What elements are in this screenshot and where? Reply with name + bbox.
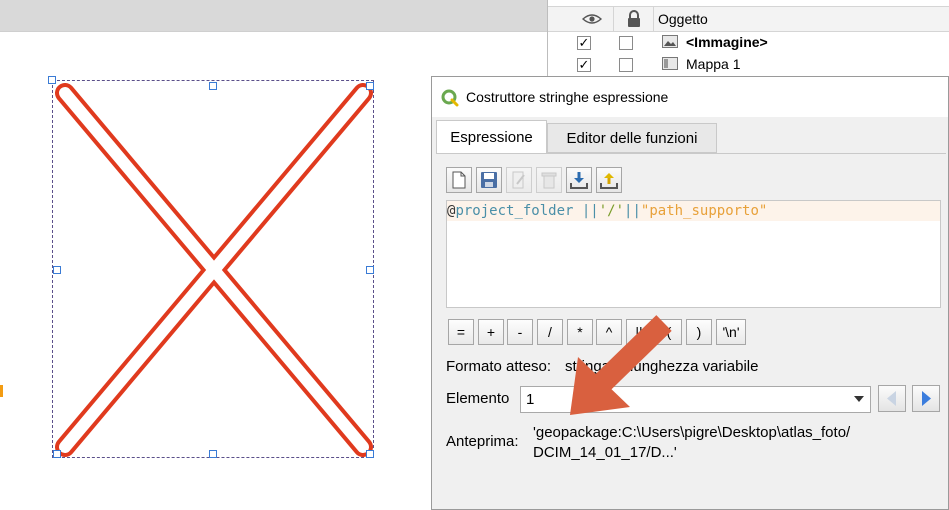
operator-plus-button[interactable]: + <box>478 319 504 345</box>
resize-handle-top-right[interactable] <box>366 82 374 90</box>
resize-handle-top[interactable] <box>209 82 217 90</box>
items-panel: Oggetto ✓ <Immagine> ✓ Mappa 1 <box>547 0 949 80</box>
object-column-label: Oggetto <box>658 11 708 27</box>
operator-close-paren-button[interactable]: ) <box>686 319 712 345</box>
upload-icon <box>600 173 618 189</box>
map-icon <box>662 57 678 70</box>
delete-button[interactable] <box>536 167 562 193</box>
operator-minus-button[interactable]: - <box>507 319 533 345</box>
save-icon <box>481 172 497 188</box>
resize-handle-bottom[interactable] <box>209 450 217 458</box>
visibility-column-header[interactable] <box>570 7 614 31</box>
visibility-checkbox[interactable]: ✓ <box>577 58 591 72</box>
download-icon <box>570 172 588 189</box>
resize-handle-bottom-left[interactable] <box>53 450 61 458</box>
tab-function-editor[interactable]: Editor delle funzioni <box>547 123 717 153</box>
item-row-map[interactable]: ✓ Mappa 1 <box>548 54 949 76</box>
expression-editor[interactable]: @project_folder ||'/'||"path_supporto" <box>446 200 941 308</box>
expression-string-token: '/' <box>598 203 625 219</box>
tab-label: Editor delle funzioni <box>566 129 698 147</box>
operator-equals-button[interactable]: = <box>448 319 474 345</box>
placeholder-cross-icon <box>55 83 373 457</box>
edit-button[interactable] <box>506 167 532 193</box>
save-button[interactable] <box>476 167 502 193</box>
previous-feature-button[interactable] <box>878 385 906 412</box>
resize-handle-right[interactable] <box>366 266 374 274</box>
picture-icon <box>662 35 678 48</box>
eye-icon <box>581 14 602 24</box>
canvas-side-marker <box>0 385 3 397</box>
lock-checkbox[interactable] <box>619 58 633 72</box>
preview-label: Anteprima: <box>446 433 519 450</box>
resize-handle-top-left[interactable] <box>48 76 56 84</box>
new-file-icon <box>452 171 466 189</box>
chevron-down-icon[interactable] <box>854 396 864 402</box>
lock-icon <box>627 10 640 27</box>
expression-field-token: "path_supporto" <box>640 203 768 219</box>
preview-value: 'geopackage:C:\Users\pigre\Desktop\atlas… <box>533 424 851 461</box>
items-header: Oggetto <box>548 6 949 32</box>
element-label: Elemento <box>446 390 510 407</box>
tab-expression[interactable]: Espressione <box>436 120 547 154</box>
expression-operator-token: || <box>573 203 599 219</box>
dialog-titlebar[interactable]: Costruttore stringhe espressione <box>432 77 948 117</box>
picture-item[interactable] <box>52 80 374 458</box>
lock-column-header[interactable] <box>614 7 654 31</box>
layout-toolbar-strip <box>0 0 560 32</box>
lock-checkbox[interactable] <box>619 36 633 50</box>
tab-label: Espressione <box>450 128 533 146</box>
expression-line[interactable]: @project_folder ||'/'||"path_supporto" <box>447 201 940 221</box>
trash-icon <box>541 172 557 189</box>
resize-handle-left[interactable] <box>53 266 61 274</box>
expression-variable-token: project_folder <box>455 203 574 219</box>
element-combobox-value: 1 <box>526 391 535 408</box>
operator-newline-button[interactable]: '\n' <box>716 319 746 345</box>
object-column-header[interactable]: Oggetto <box>654 7 949 31</box>
expression-operator-token: || <box>624 203 641 219</box>
dialog-title: Costruttore stringhe espressione <box>466 89 669 105</box>
export-button[interactable] <box>596 167 622 193</box>
qgis-logo-icon <box>441 89 459 107</box>
triangle-left-icon <box>887 391 896 406</box>
annotation-arrow-icon <box>570 315 672 415</box>
triangle-right-icon <box>922 391 931 406</box>
item-label: Mappa 1 <box>686 56 741 72</box>
expression-builder-dialog: Costruttore stringhe espressione Espress… <box>431 76 949 510</box>
resize-handle-bottom-right[interactable] <box>366 450 374 458</box>
item-label: <Immagine> <box>686 34 768 50</box>
item-row-image[interactable]: ✓ <Immagine> <box>548 32 949 54</box>
next-feature-button[interactable] <box>912 385 940 412</box>
edit-icon <box>512 171 525 189</box>
new-file-button[interactable] <box>446 167 472 193</box>
expected-format-label: Formato atteso: <box>446 358 552 375</box>
visibility-checkbox[interactable]: ✓ <box>577 36 591 50</box>
import-button[interactable] <box>566 167 592 193</box>
